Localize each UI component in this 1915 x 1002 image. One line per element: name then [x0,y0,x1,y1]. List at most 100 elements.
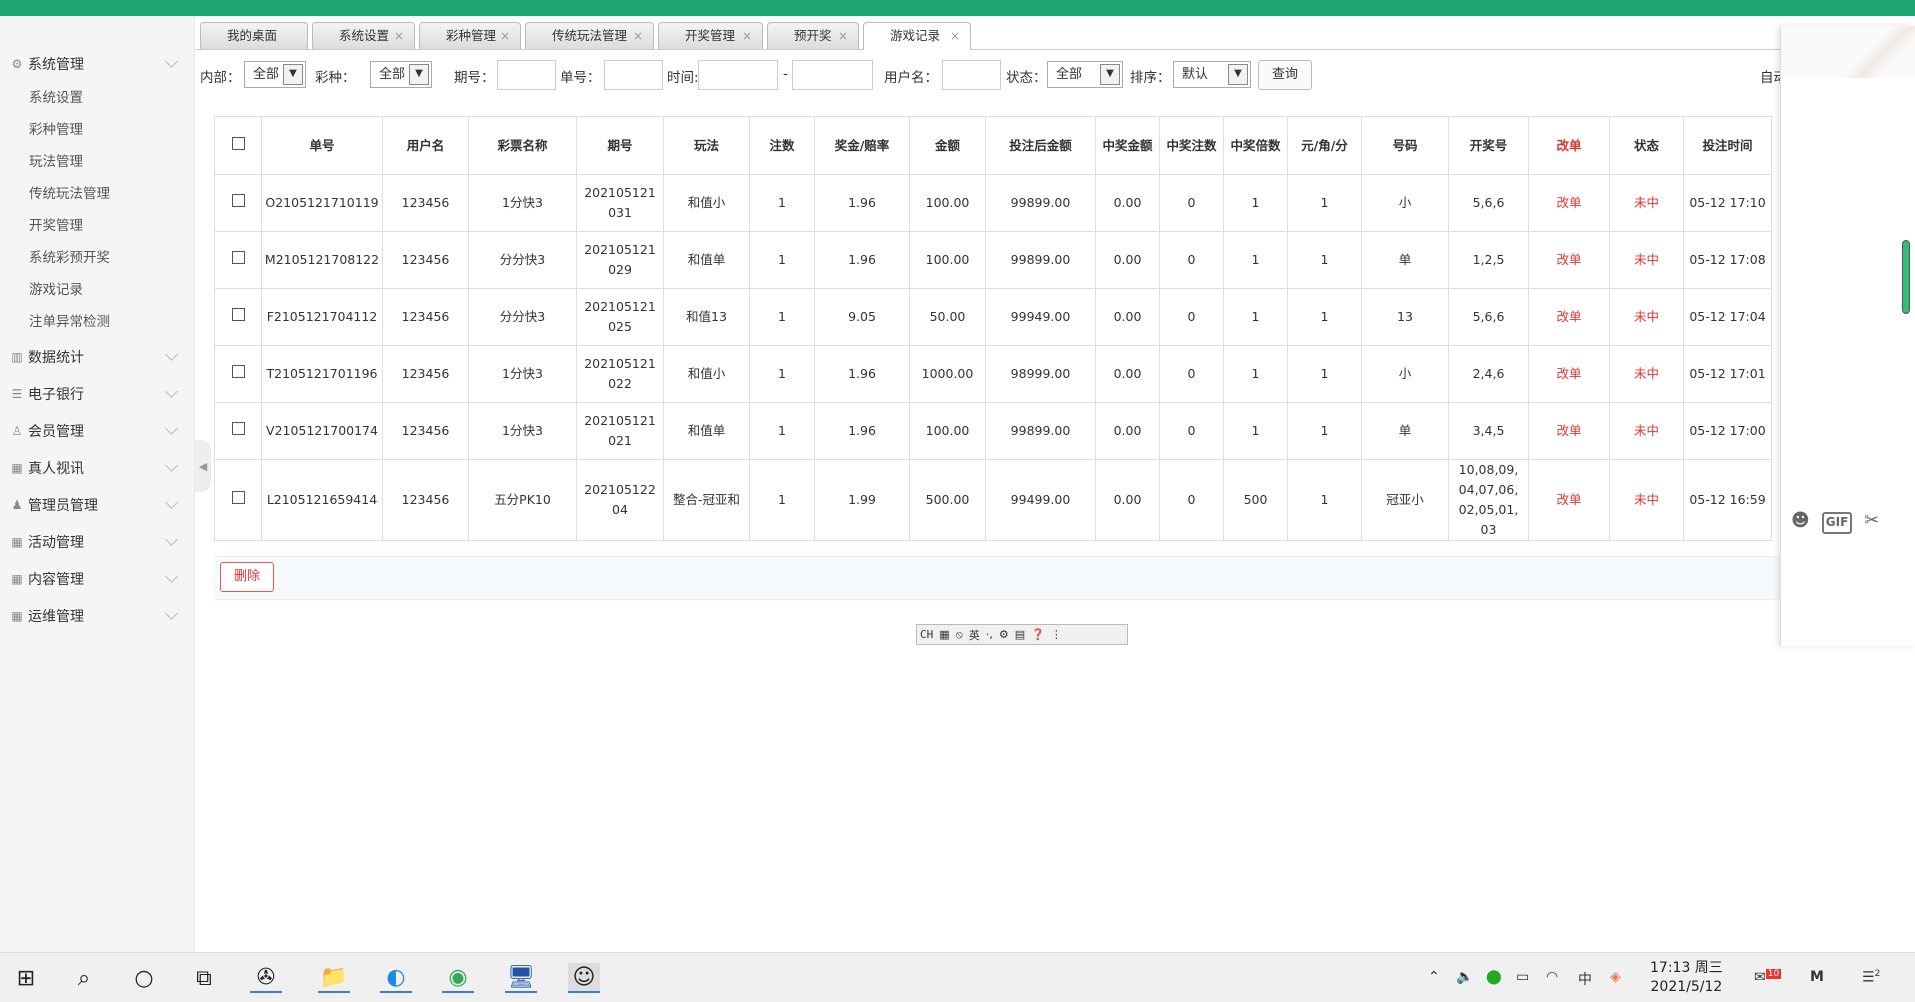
search-icon[interactable]: ⌕ [68,963,100,993]
security-icon[interactable]: ⬤ [1486,969,1502,985]
sidebar-item[interactable]: 游戏记录 [0,274,194,306]
table-cell: 1 [749,231,815,289]
row-checkbox[interactable] [231,251,245,264]
task-view-icon[interactable]: ⧉ [188,963,220,993]
table-cell: 1 [1287,459,1362,541]
table-cell: 123456 [382,231,469,289]
cortana-icon[interactable]: ○ [128,963,160,993]
sidebar-section-label: 活动管理 [28,534,84,551]
tab-5[interactable]: 预开奖 × [767,22,859,49]
order-input[interactable] [604,60,663,90]
query-button[interactable]: 查询 [1258,60,1312,90]
row-checkbox[interactable] [231,422,245,435]
taskbar-clock[interactable]: 17:13 周三 2021/5/12 [1650,959,1723,997]
ime-lang[interactable]: 英 [969,627,980,643]
mail-icon[interactable]: ✉ 10 [1754,969,1782,986]
scissors-icon[interactable]: ✂ [1864,510,1879,534]
sidebar-item[interactable]: 开奖管理 [0,210,194,242]
help-icon[interactable]: ❓ [1031,628,1045,641]
table-cell: 单 [1361,231,1449,289]
time-start-input[interactable] [698,60,778,90]
tab-4[interactable]: 开奖管理 × [658,22,763,49]
sidebar-item[interactable]: 传统玩法管理 [0,178,194,210]
gif-icon[interactable]: GIF [1821,512,1853,534]
sidebar-item[interactable]: 注单异常检测 [0,306,194,338]
sidebar-section-0[interactable]: ⚙ 系统管理 [0,45,194,82]
close-icon[interactable]: × [500,23,510,49]
softkeyboard-icon[interactable]: ▤ [1015,628,1025,641]
tab-3[interactable]: 传统玩法管理 × [525,22,654,49]
close-icon[interactable]: × [950,23,960,49]
modify-order-link[interactable]: 改单 [1528,288,1610,346]
period-input[interactable] [497,60,556,90]
close-icon[interactable]: × [742,23,752,49]
sidebar-section-1[interactable]: ▥ 数据统计 [0,338,194,375]
tab-0[interactable]: 我的桌面 [200,22,308,49]
sidebar-item[interactable]: 玩法管理 [0,146,194,178]
close-icon[interactable]: × [394,23,404,49]
delete-button[interactable]: 删除 [220,562,274,592]
battery-icon[interactable]: ▭ [1516,969,1529,985]
notification-icon[interactable]: ☰2 [1862,969,1880,986]
wifi-icon[interactable]: ◠ [1546,969,1558,985]
close-icon[interactable]: × [838,23,848,49]
sidebar-section-2[interactable]: ☰ 电子银行 [0,375,194,412]
sidebar-collapse-handle[interactable]: ◀ [195,440,211,492]
ime-toolbar[interactable]: CH ▦ ⦸ 英 ·, ⚙ ▤ ❓ ⋮ [916,624,1128,645]
sidebar-section-5[interactable]: ♟ 管理员管理 [0,486,194,523]
ime-tray-label[interactable]: 中 [1578,969,1592,989]
sidebar-section-3[interactable]: ♙ 会员管理 [0,412,194,449]
sidebar-section-6[interactable]: ▦ 活动管理 [0,523,194,560]
sidebar-section-8[interactable]: ▦ 运维管理 [0,597,194,634]
lottery-select[interactable]: 全部 ▼ [370,61,432,88]
avatar-app-icon[interactable]: ☺ [568,963,600,993]
table-cell: 0 [1159,174,1224,232]
modify-order-link[interactable]: 改单 [1528,174,1610,232]
file-explorer-icon[interactable]: 📁 [318,963,350,993]
tab-6[interactable]: 游戏记录 × [863,22,971,50]
modify-order-link[interactable]: 改单 [1528,231,1610,289]
time-end-input[interactable] [792,60,873,90]
sidebar-item[interactable]: 彩种管理 [0,114,194,146]
emoji-icon[interactable]: ☻ [1791,510,1810,534]
table-cell: 1 [1287,174,1362,232]
table-cell: 99899.00 [985,231,1096,289]
settings-icon[interactable]: ⚙ [999,628,1009,641]
sidebar-section-4[interactable]: ▦ 真人视讯 [0,449,194,486]
row-checkbox[interactable] [231,365,245,378]
row-checkbox[interactable] [231,491,245,504]
keyboard-icon[interactable]: ▦ [939,628,949,641]
time-label: 时间: [667,70,699,86]
more-icon[interactable]: ⋮ [1051,628,1062,641]
modify-order-link[interactable]: 改单 [1528,459,1610,541]
close-icon[interactable]: × [633,23,643,49]
fan-app-icon[interactable]: ✇ [250,963,282,993]
tab-1[interactable]: 系统设置 × [312,22,415,49]
internal-select[interactable]: 全部 ▼ [244,61,306,88]
remote-desktop-icon[interactable]: 🖥 [505,963,537,993]
status-select[interactable]: 全部 ▼ [1047,61,1123,88]
tab-2[interactable]: 彩种管理 × [419,22,521,49]
row-checkbox[interactable] [231,194,245,207]
modify-order-link[interactable]: 改单 [1528,345,1610,403]
modify-order-link[interactable]: 改单 [1528,402,1610,460]
chrome-browser-icon[interactable]: ◉ [442,963,474,993]
table-cell: 98999.00 [985,345,1096,403]
app-tray-icon[interactable]: ◈ [1610,969,1621,985]
username-input[interactable] [942,60,1001,90]
windows-start-icon[interactable]: ⊞ [10,963,42,993]
sidebar-item[interactable]: 系统彩预开奖 [0,242,194,274]
row-checkbox[interactable] [231,308,245,321]
sidebar-item[interactable]: 系统设置 [0,82,194,114]
sidebar-section-7[interactable]: ▦ 内容管理 [0,560,194,597]
punctuation-icon[interactable]: ·, [986,628,993,641]
scroll-indicator[interactable] [1902,240,1910,314]
select-all-checkbox[interactable] [231,136,245,150]
tray-expand-icon[interactable]: ⌃ [1428,969,1440,985]
edge-browser-icon[interactable]: ◐ [380,963,412,993]
sort-select[interactable]: 默认 ▼ [1173,61,1251,88]
volume-icon[interactable]: 🔈 [1456,969,1473,985]
block-icon[interactable]: ⦸ [956,628,963,642]
m-app-icon[interactable]: M [1810,969,1824,985]
ime-mode[interactable]: CH [920,628,933,641]
